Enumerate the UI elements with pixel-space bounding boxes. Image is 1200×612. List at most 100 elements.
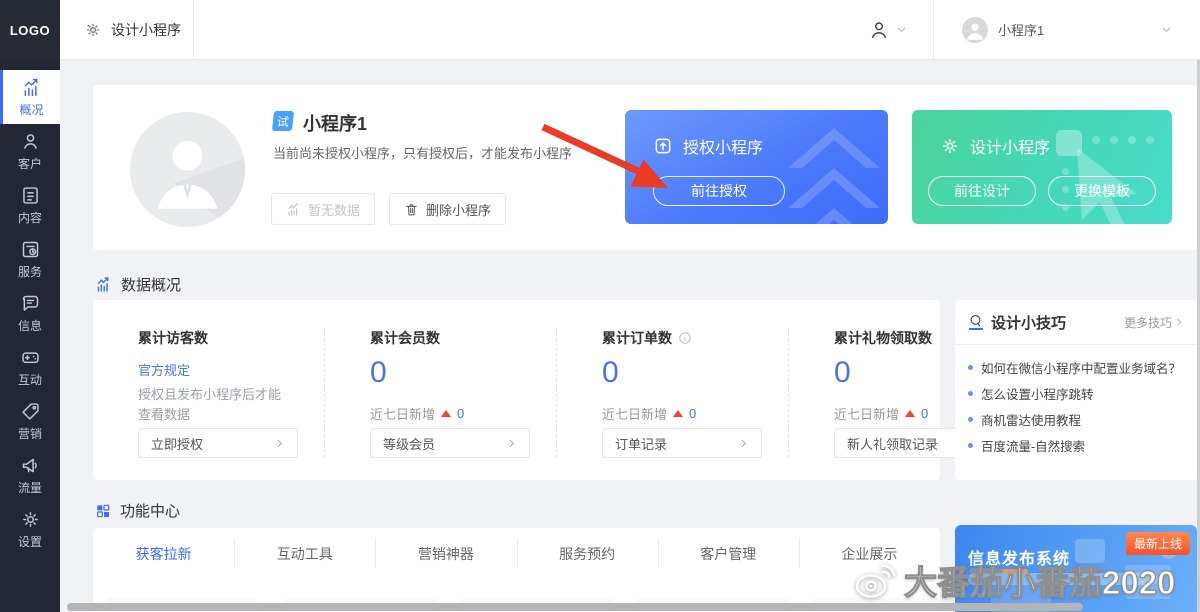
- sidebar-item-label: 服务: [18, 263, 42, 280]
- stat-label: 累计会员数: [370, 328, 530, 348]
- user-icon: [868, 19, 890, 41]
- gear-icon: [84, 21, 102, 39]
- tag-icon: [20, 401, 41, 422]
- gamepad-icon: [20, 347, 41, 368]
- sidebar-item-content[interactable]: 内容: [0, 178, 60, 232]
- trend-chart-icon: [95, 276, 112, 293]
- stats-card: 累计访客数 官方规定 授权且发布小程序后才能 查看数据 立即授权 累计会员数 0…: [93, 300, 940, 480]
- info-icon[interactable]: [678, 331, 692, 345]
- stat-label: 累计订单数: [602, 328, 672, 348]
- sidebar-item-customers[interactable]: 客户: [0, 124, 60, 178]
- no-data-label: 暂无数据: [308, 200, 360, 219]
- delta-up-icon: [905, 410, 915, 417]
- section-title: 数据概况: [121, 274, 181, 295]
- tip-label: 百度流量-自然搜索: [981, 436, 1085, 455]
- delta-value: 0: [921, 406, 928, 421]
- stat-value: 0: [370, 356, 530, 390]
- lamp-icon: [968, 314, 983, 330]
- official-rules-link[interactable]: 官方规定: [138, 360, 298, 379]
- bullet-icon: [968, 417, 973, 422]
- design-tips-panel: 设计小技巧 更多技巧 如何在微信小程序中配置业务域名？ 怎么设置小程序跳转 商机…: [955, 300, 1197, 480]
- sidebar-item-label: 信息: [18, 317, 42, 334]
- delete-miniprogram-button[interactable]: 删除小程序: [389, 193, 506, 225]
- delta-up-icon: [441, 410, 451, 417]
- no-data-button[interactable]: 暂无数据: [271, 193, 375, 225]
- tab-service-booking[interactable]: 服务预约: [517, 544, 658, 564]
- topnav-label: 设计小程序: [111, 20, 181, 40]
- design-card-title: 设计小程序: [970, 134, 1050, 158]
- go-authorize-button[interactable]: 前往授权: [653, 176, 785, 206]
- tip-link[interactable]: 怎么设置小程序跳转: [968, 380, 1184, 406]
- miniprogram-description: 当前尚未授权小程序，只有授权后，才能发布小程序: [273, 143, 572, 162]
- tab-enterprise-display[interactable]: 企业展示: [799, 544, 940, 564]
- stat-value: 0: [602, 356, 762, 390]
- sidebar-item-label: 客户: [18, 155, 42, 172]
- banner-subtitle-bar: [968, 573, 1158, 585]
- authorize-miniprogram-card: 授权小程序 前往授权: [625, 110, 888, 224]
- person-icon: [20, 131, 41, 152]
- section-title: 功能中心: [120, 500, 180, 521]
- button-label: 新人礼领取记录: [847, 434, 938, 453]
- tab-interactive-tools[interactable]: 互动工具: [234, 544, 375, 564]
- tab-customer-management[interactable]: 客户管理: [658, 544, 799, 564]
- message-icon: [20, 293, 41, 314]
- gear-icon: [20, 509, 41, 530]
- tip-label: 商机雷达使用教程: [981, 410, 1081, 429]
- data-overview-header: 数据概况: [95, 274, 181, 295]
- delta-value: 0: [689, 406, 696, 421]
- banner-title: 信息发布系统: [968, 545, 1070, 569]
- sidebar-item-label: 营销: [18, 425, 42, 442]
- sidebar-item-interaction[interactable]: 互动: [0, 340, 60, 394]
- sidebar-item-marketing[interactable]: 营销: [0, 394, 60, 448]
- chevron-right-icon: [274, 438, 285, 449]
- topnav-design-miniprogram[interactable]: 设计小程序: [84, 0, 181, 59]
- member-levels-button[interactable]: 等级会员: [370, 428, 530, 458]
- sidebar-item-messages[interactable]: 信息: [0, 286, 60, 340]
- delta-label: 近七日新增: [834, 404, 899, 423]
- tip-link[interactable]: 如何在微信小程序中配置业务域名？: [968, 354, 1184, 380]
- more-tips-link[interactable]: 更多技巧: [1124, 314, 1184, 331]
- sidebar-item-label: 内容: [18, 209, 42, 226]
- mini-chart-icon: [286, 202, 301, 217]
- sidebar-item-traffic[interactable]: 流量: [0, 448, 60, 502]
- delta-label: 近七日新增: [370, 404, 435, 423]
- stat-orders: 累计订单数 0 近七日新增 0 订单记录: [556, 328, 788, 458]
- sidebar-item-overview[interactable]: 概况: [0, 70, 60, 124]
- sidebar-item-settings[interactable]: 设置: [0, 502, 60, 556]
- bullet-icon: [968, 391, 973, 396]
- avatar: [130, 112, 245, 227]
- design-miniprogram-card: 设计小程序 前往设计 更换模板: [912, 110, 1172, 224]
- delta-label: 近七日新增: [602, 404, 667, 423]
- function-center-card: 获客拉新 互动工具 营销神器 服务预约 客户管理 企业展示: [93, 528, 940, 612]
- sidebar-item-label: 互动: [18, 371, 42, 388]
- sidebar-item-label: 流量: [18, 479, 42, 496]
- tips-title: 设计小技巧: [991, 312, 1066, 333]
- sidebar-item-services[interactable]: 服务: [0, 232, 60, 286]
- miniprogram-name: 小程序1: [303, 110, 367, 136]
- stat-visitors: 累计访客数 官方规定 授权且发布小程序后才能 查看数据 立即授权: [93, 328, 324, 458]
- button-label: 等级会员: [383, 434, 435, 453]
- button-label: 立即授权: [151, 434, 203, 453]
- delta-up-icon: [673, 410, 683, 417]
- bullet-icon: [968, 443, 973, 448]
- account-menu[interactable]: 小程序1: [934, 0, 1200, 59]
- new-release-badge: 最新上线: [1126, 532, 1190, 555]
- top-bar: 设计小程序 小程序1: [60, 0, 1200, 60]
- tip-link[interactable]: 百度流量-自然搜索: [968, 432, 1184, 458]
- account-name: 小程序1: [998, 20, 1044, 39]
- change-template-button[interactable]: 更换模板: [1048, 176, 1156, 206]
- authorize-now-button[interactable]: 立即授权: [138, 428, 298, 458]
- authorize-card-title: 授权小程序: [683, 134, 763, 158]
- delete-label: 删除小程序: [426, 200, 491, 219]
- tip-link[interactable]: 商机雷达使用教程: [968, 406, 1184, 432]
- user-menu[interactable]: [842, 0, 933, 59]
- tab-acquire-customers[interactable]: 获客拉新: [93, 544, 234, 564]
- miniprogram-profile-card: 试 小程序1 当前尚未授权小程序，只有授权后，才能发布小程序 暂无数据 删除小程…: [93, 85, 1197, 250]
- order-records-button[interactable]: 订单记录: [602, 428, 762, 458]
- service-file-icon: [20, 239, 41, 260]
- horizontal-scrollbar[interactable]: [67, 603, 1083, 611]
- chevron-right-icon: [738, 438, 749, 449]
- go-design-button[interactable]: 前往设计: [928, 176, 1036, 206]
- tab-marketing-tools[interactable]: 营销神器: [375, 544, 516, 564]
- info-publish-banner[interactable]: 信息发布系统 最新上线: [955, 525, 1197, 612]
